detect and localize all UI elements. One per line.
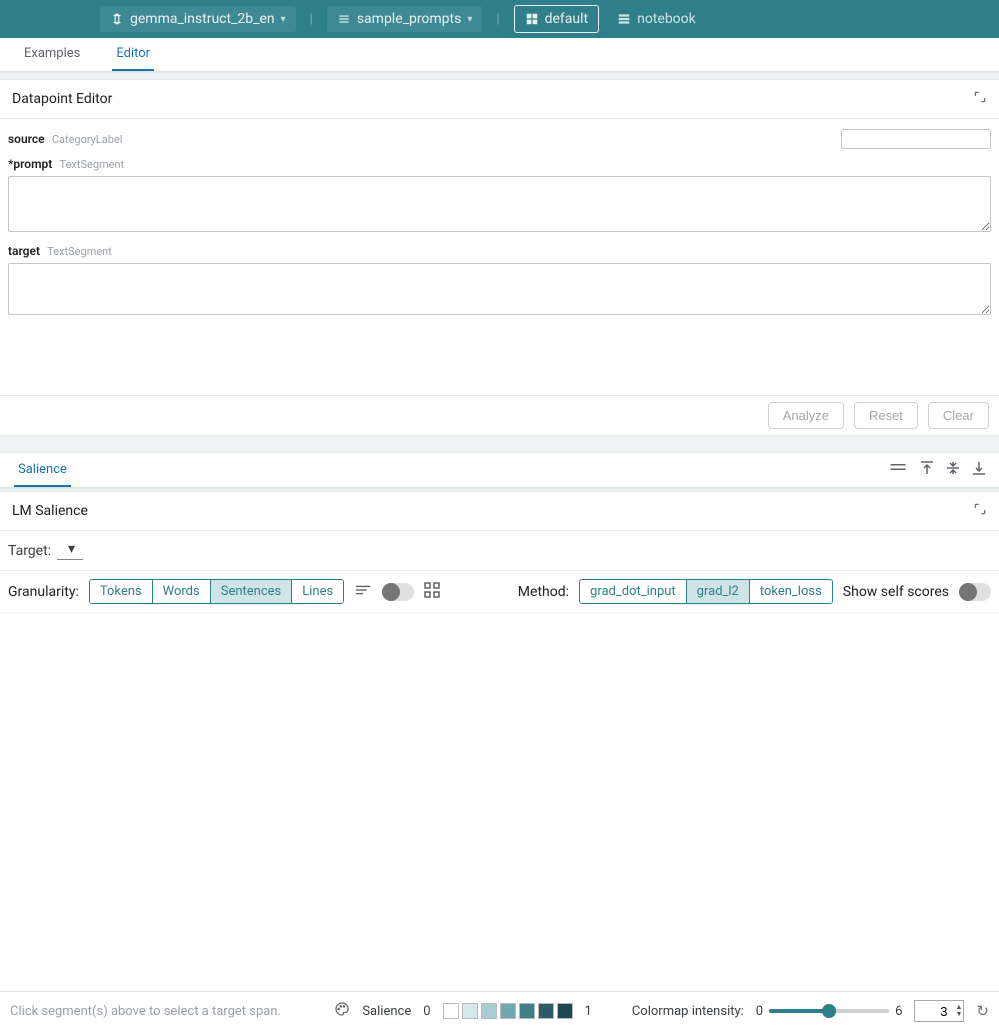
list-icon [337,12,351,26]
grid-icon [525,12,539,26]
granularity-sentences[interactable]: Sentences [211,580,293,603]
expand-icon[interactable] [973,502,987,520]
target-row: Target: ▾ [0,531,999,571]
grid-view-icon[interactable] [424,582,440,602]
swatch [481,1003,497,1019]
layout-notebook-button[interactable]: notebook [607,6,706,32]
tab-editor[interactable]: Editor [112,38,154,71]
method-label: Method: [518,584,569,600]
swatch [557,1003,573,1019]
model-name: gemma_instruct_2b_en [130,11,275,27]
target-label: Target: [8,543,51,559]
swatch [538,1003,554,1019]
main-tabs: Examples Editor [0,38,999,72]
tab-salience[interactable]: Salience [14,454,71,487]
target-dropdown[interactable]: ▾ [57,541,83,560]
gap [0,72,999,80]
swatch [500,1003,516,1019]
salience-tabs: Salience [0,453,999,488]
method-grad-l2[interactable]: grad_l2 [687,580,750,603]
prompt-label: *prompt [8,157,52,171]
method-grad-dot-input[interactable]: grad_dot_input [580,580,687,603]
editor-spacer [0,323,999,395]
divider: | [304,12,319,27]
method-group: grad_dot_input grad_l2 token_loss [579,579,833,604]
layout-default-button[interactable]: default [514,5,600,33]
prompt-textarea[interactable] [8,176,991,232]
reset-button[interactable]: Reset [854,402,918,429]
method-token-loss[interactable]: token_loss [750,580,832,603]
top-bar: gemma_instruct_2b_en ▾ | sample_prompts … [0,0,999,38]
chip-icon [110,12,124,26]
prompt-type: TextSegment [60,158,125,171]
analyze-button[interactable]: Analyze [768,402,844,429]
show-self-toggle[interactable] [959,583,991,601]
editor-body: source CategoryLabel *prompt TextSegment… [0,119,999,323]
table-icon [617,12,631,26]
salience-label: Salience [362,1004,411,1019]
divider: | [490,12,505,27]
editor-actions: Analyze Reset Clear [0,395,999,435]
reload-icon[interactable]: ↻ [976,1002,989,1020]
salience-title: LM Salience [12,503,88,519]
colormap-label: Colormap intensity: [632,1004,744,1019]
swatch [443,1003,459,1019]
layout-default-label: default [545,11,589,27]
gap [0,435,999,453]
colormap-slider-wrap: 0 6 [756,1004,903,1019]
tab-examples[interactable]: Examples [20,38,84,71]
colormap-slider[interactable] [769,1009,889,1013]
salience-content [0,613,999,991]
dataset-name: sample_prompts [357,11,462,27]
drag-handle-icon[interactable] [889,461,907,479]
target-type: TextSegment [47,245,112,258]
granularity-lines[interactable]: Lines [292,580,343,603]
source-input[interactable] [841,129,991,149]
source-label: source [8,132,45,146]
target-textarea[interactable] [8,263,991,315]
field-prompt: *prompt TextSegment [8,157,991,236]
footer: Click segment(s) above to select a targe… [0,991,999,1030]
chevron-down-icon: ▾ [467,14,472,25]
palette-icon [334,1001,350,1021]
scale-max: 1 [585,1004,592,1019]
options-row: Granularity: Tokens Words Sentences Line… [0,571,999,613]
align-center-icon[interactable] [947,461,959,479]
panel-tools [889,461,985,479]
cmap-max: 6 [895,1004,902,1019]
layout-notebook-label: notebook [637,11,696,27]
clear-button[interactable]: Clear [928,402,989,429]
swatch [519,1003,535,1019]
align-top-icon[interactable] [921,461,933,479]
field-target: target TextSegment [8,244,991,319]
footer-hint: Click segment(s) above to select a targe… [10,1004,281,1019]
spinner-icon[interactable]: ▲▼ [955,1000,962,1022]
field-source: source CategoryLabel [8,129,991,149]
scale-min: 0 [423,1004,430,1019]
density-toggle[interactable] [382,583,414,601]
density-icon[interactable] [354,582,372,601]
cmap-min: 0 [756,1004,763,1019]
granularity-words[interactable]: Words [153,580,211,603]
source-type: CategoryLabel [52,133,123,146]
editor-header: Datapoint Editor [0,80,999,119]
granularity-tokens[interactable]: Tokens [90,580,153,603]
chevron-down-icon: ▾ [281,14,286,25]
colormap-swatches [443,1003,573,1019]
granularity-label: Granularity: [8,584,79,600]
show-self-label: Show self scores [843,584,949,600]
align-bottom-icon[interactable] [973,461,985,479]
expand-icon[interactable] [973,90,987,108]
dataset-selector[interactable]: sample_prompts ▾ [327,6,483,32]
editor-title: Datapoint Editor [12,91,112,107]
model-selector[interactable]: gemma_instruct_2b_en ▾ [100,6,296,32]
swatch [462,1003,478,1019]
granularity-group: Tokens Words Sentences Lines [89,579,344,604]
target-label: target [8,244,40,258]
salience-header: LM Salience [0,492,999,531]
